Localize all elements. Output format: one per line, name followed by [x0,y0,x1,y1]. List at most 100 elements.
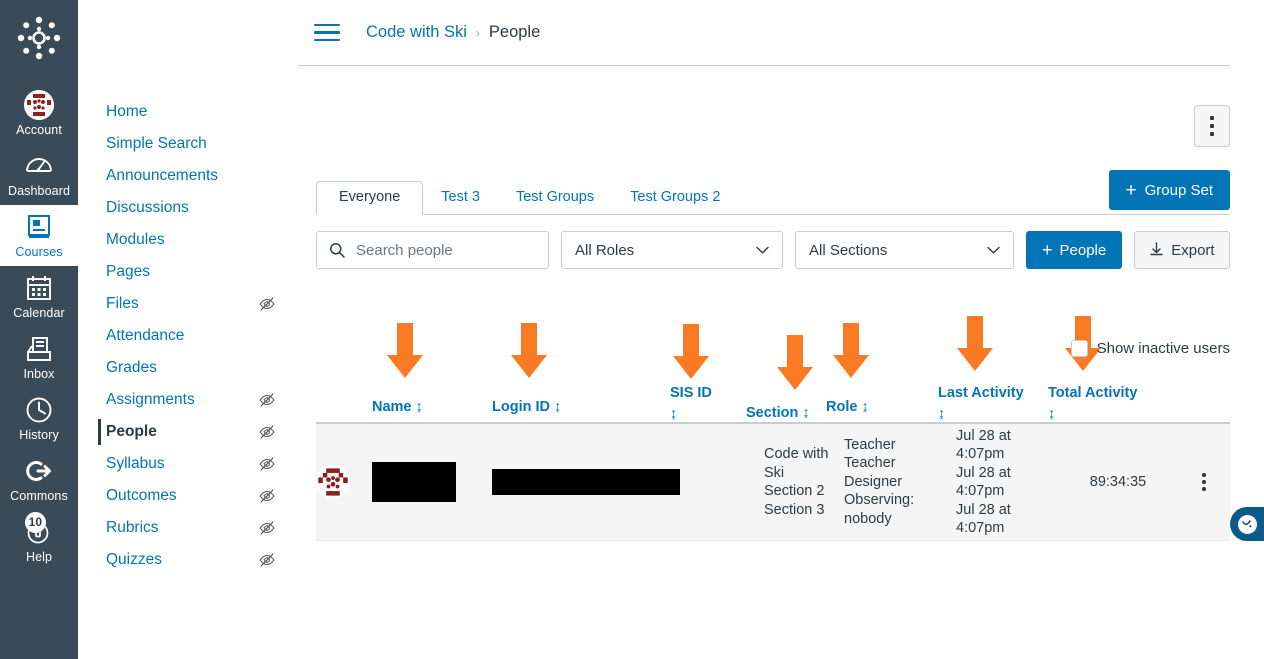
tab-test-3[interactable]: Test 3 [423,181,498,214]
course-nav-label: Grades [106,359,157,376]
avatar-identicon-icon [24,90,54,120]
export-label: Export [1171,241,1215,259]
kebab-dot [1202,480,1206,484]
add-people-label: People [1059,241,1107,259]
column-header-role[interactable]: Role ↨ [826,323,938,422]
global-nav-item-dashboard[interactable]: Dashboard [0,144,78,205]
course-nav-label: Quizzes [106,551,162,568]
hidden-eye-slash-icon [259,425,275,439]
chevron-down-icon [987,246,1000,254]
tab-test-groups-2[interactable]: Test Groups 2 [612,181,738,214]
canvas-logo[interactable] [13,12,65,69]
course-nav-item-files[interactable]: Files [78,288,298,320]
checkbox-box[interactable] [1070,340,1088,357]
global-nav-item-help[interactable]: 10 Help [0,510,78,571]
course-nav-label: Rubrics [106,519,159,536]
hamburger-menu-icon[interactable] [314,19,340,47]
tab-everyone[interactable]: Everyone [316,181,424,215]
show-inactive-users-label: Show inactive users [1096,340,1230,357]
identicon-avatar[interactable] [316,465,350,499]
kebab-dot [1210,116,1214,120]
course-nav-item-people[interactable]: People [78,416,298,448]
global-nav-item-history[interactable]: History [0,388,78,449]
global-nav-item-commons[interactable]: Commons [0,449,78,510]
search-icon [330,243,345,258]
global-nav-label: Calendar [13,306,65,320]
cell-row-menu [1178,471,1230,492]
course-nav-item-home[interactable]: Home [78,96,298,128]
course-nav-item-discussions[interactable]: Discussions [78,192,298,224]
sort-icon: ↨ [938,405,945,421]
course-nav-item-pages[interactable]: Pages [78,256,298,288]
export-button[interactable]: Export [1134,231,1230,269]
course-nav-label: Home [106,103,148,120]
course-nav-item-rubrics[interactable]: Rubrics [78,512,298,544]
courses-book-icon [24,212,54,242]
chat-widget-button[interactable] [1230,507,1264,541]
course-nav-label: Pages [106,263,150,280]
cell-section: Code with Ski Section 2 Section 3 [764,446,829,518]
column-header-section[interactable]: Section ↨ [746,335,826,422]
history-clock-icon [24,395,54,425]
kebab-dot [1210,124,1214,128]
main-content: Code with Ski › People + Group Set Every… [298,0,1264,659]
cell-name[interactable] [372,462,492,502]
sort-icon: ↨ [1048,405,1055,421]
annotation-arrow-sis-id-icon [673,324,709,379]
global-nav-item-calendar[interactable]: Calendar [0,266,78,327]
column-header-login-id[interactable]: Login ID ↨ [492,323,670,422]
course-nav-item-quizzes[interactable]: Quizzes [78,544,298,576]
sort-icon: ↨ [802,404,810,420]
roles-filter-value: All Roles [575,241,635,259]
cell-role: Teacher Teacher Designer Observing: nobo… [844,436,915,527]
column-header-sis-id[interactable]: SIS ID ↨ [670,324,746,422]
row-more-options-icon[interactable] [1202,471,1206,492]
course-nav-item-attendance[interactable]: Attendance [78,320,298,352]
breadcrumb-course-link[interactable]: Code with Ski [366,23,467,42]
column-header-total-activity[interactable]: Total Activity ↨ [1048,316,1160,422]
course-nav-label: Syllabus [106,455,165,472]
calendar-icon [24,273,54,303]
global-nav-label: Account [16,123,62,137]
show-inactive-users-checkbox[interactable]: Show inactive users [1070,340,1230,357]
course-nav-item-grades[interactable]: Grades [78,352,298,384]
global-nav-label: Help [25,550,53,564]
course-nav-label: Simple Search [106,135,207,152]
kebab-dot [1202,473,1206,477]
table-header-row: Name ↨ Login ID ↨ SIS ID ↨ Section ↨ Rol… [316,300,1230,422]
global-nav-item-courses[interactable]: Courses [0,205,78,266]
table-row[interactable]: Code with Ski Section 2 Section 3 Teache… [316,424,1230,541]
column-header-name[interactable]: Name ↨ [372,323,492,422]
tab-test-groups[interactable]: Test Groups [498,181,612,214]
chat-bubble-icon [1237,514,1257,534]
search-input[interactable] [354,240,524,260]
column-header-label: Section [746,405,799,421]
hidden-eye-slash-icon [259,489,275,503]
course-nav-label: Assignments [106,391,195,408]
course-nav-label: Files [106,295,139,312]
roles-filter-select[interactable]: All Roles [561,231,783,269]
cell-avatar [316,465,372,499]
course-nav-item-outcomes[interactable]: Outcomes [78,480,298,512]
global-navigation: Account Dashboard Courses Calendar Inbox… [0,0,78,659]
course-nav-item-syllabus[interactable]: Syllabus [78,448,298,480]
table-body: Code with Ski Section 2 Section 3 Teache… [316,422,1230,541]
column-header-last-activity[interactable]: Last Activity ↨ [938,316,1048,422]
global-nav-label: Inbox [23,367,55,381]
course-nav-item-simple-search[interactable]: Simple Search [78,128,298,160]
page-more-options-button[interactable] [1194,105,1230,147]
add-people-button[interactable]: + People [1026,231,1123,269]
course-nav-item-modules[interactable]: Modules [78,224,298,256]
hidden-eye-slash-icon [259,457,275,471]
global-nav-item-inbox[interactable]: Inbox [0,327,78,388]
search-people-field[interactable] [316,231,549,269]
cell-login-id [492,469,688,495]
course-nav-item-announcements[interactable]: Announcements [78,160,298,192]
dashboard-speedometer-icon [24,151,54,181]
global-nav-label: Commons [10,489,68,503]
global-nav-item-account[interactable]: Account [0,83,78,144]
people-table: Name ↨ Login ID ↨ SIS ID ↨ Section ↨ Rol… [316,300,1230,541]
course-nav-item-assignments[interactable]: Assignments [78,384,298,416]
column-header-label: Login ID [492,399,550,415]
sections-filter-select[interactable]: All Sections [795,231,1014,269]
